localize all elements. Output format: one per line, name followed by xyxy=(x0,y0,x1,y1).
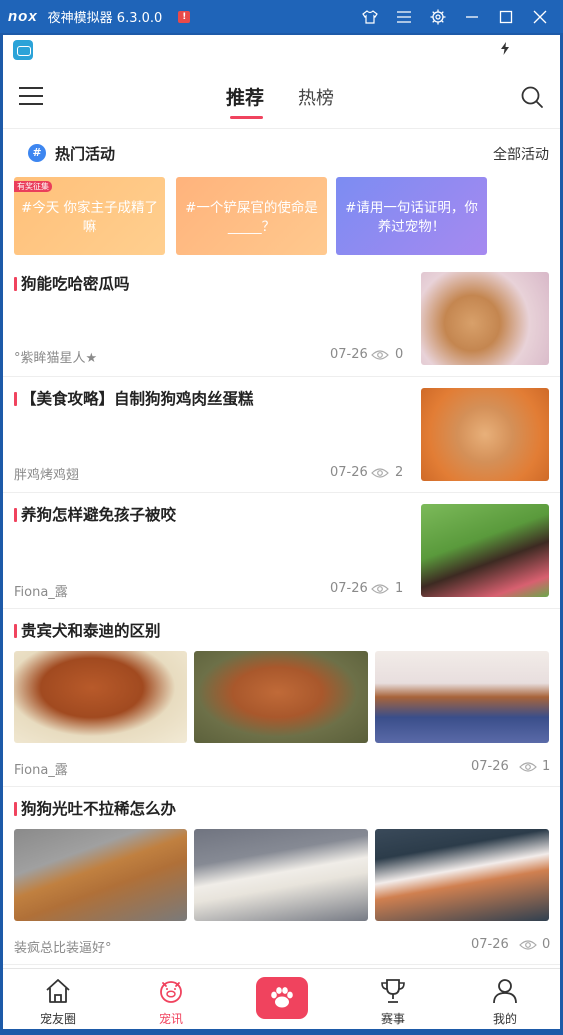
article-date: 07-26 xyxy=(330,347,368,362)
nav-pet-friends[interactable]: 宠友圈 xyxy=(18,969,98,1029)
article-views: 0 xyxy=(542,937,551,952)
nav-events[interactable]: 赛事 xyxy=(353,969,433,1029)
activity-card[interactable]: 有奖征集 #今天 你家主子成精了嘛 xyxy=(14,177,165,255)
article-date: 07-26 xyxy=(471,937,509,952)
activity-card-text: #一个铲屎官的使命是_____？ xyxy=(185,200,318,235)
skin-icon[interactable] xyxy=(353,9,387,25)
hot-activities-header: # 热门活动 全部活动 xyxy=(3,129,560,177)
article-author: 胖鸡烤鸡翅 xyxy=(14,468,80,483)
tab-recommend[interactable]: 推荐 xyxy=(226,83,264,110)
phone-screen: 推荐 热榜 # 热门活动 全部活动 有奖征集 #今天 你家主子成精了嘛 #一个铲… xyxy=(3,35,560,1029)
views-eye-icon xyxy=(371,584,389,594)
emulator-title: 夜神模拟器 6.3.0.0 xyxy=(47,11,163,26)
activity-card[interactable]: #一个铲屎官的使命是_____？ xyxy=(176,177,327,255)
home-icon xyxy=(46,979,70,1003)
article-image xyxy=(14,651,187,743)
active-tab-indicator xyxy=(230,116,263,119)
nav-label: 赛事 xyxy=(380,1012,405,1026)
article-author: Fiona_露 xyxy=(14,585,68,600)
pig-face-icon xyxy=(160,981,182,1003)
top-header: 推荐 热榜 xyxy=(3,65,560,129)
article-views: 1 xyxy=(542,759,551,774)
close-icon[interactable] xyxy=(523,10,557,24)
title-accent-bar xyxy=(14,392,17,406)
article-title: 【美食攻略】自制狗狗鸡肉丝蛋糕 xyxy=(21,390,254,408)
article-item[interactable]: 养狗怎样避免孩子被咬 Fiona_露 07-26 1 xyxy=(3,493,560,609)
bottom-navigation: 宠友圈 宠讯 赛事 我的 xyxy=(3,968,560,1029)
charging-bolt-icon xyxy=(501,42,509,55)
title-accent-bar xyxy=(14,508,17,522)
nox-logo: nox xyxy=(8,8,38,25)
article-item[interactable]: 狗能吃哈密瓜吗 °紫眸猫星人★ 07-26 0 xyxy=(3,267,560,377)
article-author: 装疯总比装逼好° xyxy=(14,941,112,956)
article-image xyxy=(14,829,187,921)
article-thumbnail xyxy=(421,504,549,597)
maximize-icon[interactable] xyxy=(489,10,523,24)
article-image xyxy=(375,651,549,743)
article-views: 2 xyxy=(395,465,404,480)
title-accent-bar xyxy=(14,802,17,816)
article-image xyxy=(194,651,368,743)
minimize-icon[interactable] xyxy=(455,10,489,24)
nav-label: 宠讯 xyxy=(158,1012,183,1026)
activity-cards: 有奖征集 #今天 你家主子成精了嘛 #一个铲屎官的使命是_____？ #请用一句… xyxy=(3,177,560,267)
status-bar xyxy=(3,35,560,65)
article-image xyxy=(375,829,549,921)
article-title: 狗能吃哈密瓜吗 xyxy=(21,275,130,293)
prize-tag: 有奖征集 xyxy=(14,181,52,192)
title-accent-bar xyxy=(14,277,17,291)
menu-lines-icon[interactable] xyxy=(387,10,421,23)
article-item[interactable]: 贵宾犬和泰迪的区别 Fiona_露 07-26 1 xyxy=(3,609,560,787)
title-accent-bar xyxy=(14,624,17,638)
nav-pet-news[interactable]: 宠讯 xyxy=(131,969,211,1029)
article-thumbnail xyxy=(421,388,549,481)
article-thumbnail xyxy=(421,272,549,365)
article-author: °紫眸猫星人★ xyxy=(14,351,98,366)
article-views: 1 xyxy=(395,581,404,596)
article-date: 07-26 xyxy=(330,465,368,480)
article-title: 贵宾犬和泰迪的区别 xyxy=(21,622,161,640)
views-eye-icon xyxy=(519,940,537,950)
hamburger-menu-icon[interactable] xyxy=(19,87,43,107)
hashtag-icon: # xyxy=(28,144,46,162)
person-icon xyxy=(493,979,517,1004)
nav-mine[interactable]: 我的 xyxy=(465,969,545,1029)
activity-card-text: #今天 你家主子成精了嘛 xyxy=(20,200,159,235)
search-icon[interactable] xyxy=(520,85,544,109)
article-image xyxy=(194,829,368,921)
hot-activities-title: 热门活动 xyxy=(55,145,116,163)
app-status-icon xyxy=(13,40,33,60)
views-eye-icon xyxy=(371,350,389,360)
article-views: 0 xyxy=(395,347,404,362)
trophy-icon xyxy=(381,979,405,1003)
tab-hot-list[interactable]: 热榜 xyxy=(298,84,334,110)
article-title: 狗狗光吐不拉稀怎么办 xyxy=(21,800,177,818)
nav-label: 我的 xyxy=(492,1012,517,1026)
settings-gear-icon[interactable] xyxy=(421,9,455,25)
article-item[interactable]: 【美食攻略】自制狗狗鸡肉丝蛋糕 胖鸡烤鸡翅 07-26 2 xyxy=(3,377,560,493)
paw-icon xyxy=(271,987,293,1008)
views-eye-icon xyxy=(371,468,389,478)
alert-badge[interactable]: ! xyxy=(178,10,191,23)
article-item[interactable]: 狗狗光吐不拉稀怎么办 装疯总比装逼好° 07-26 0 xyxy=(3,787,560,965)
views-eye-icon xyxy=(519,762,537,772)
article-date: 07-26 xyxy=(471,759,509,774)
activity-card[interactable]: #请用一句话证明，你养过宠物！ xyxy=(336,177,487,255)
paw-center-button[interactable] xyxy=(256,977,308,1019)
activity-card-text: #请用一句话证明，你养过宠物！ xyxy=(345,200,478,235)
article-author: Fiona_露 xyxy=(14,763,68,778)
article-date: 07-26 xyxy=(330,581,368,596)
emulator-title-bar: nox 夜神模拟器 6.3.0.0 ! xyxy=(0,0,563,33)
nav-label: 宠友圈 xyxy=(39,1012,76,1026)
article-title: 养狗怎样避免孩子被咬 xyxy=(21,506,177,524)
all-activities-link[interactable]: 全部活动 xyxy=(493,144,549,164)
